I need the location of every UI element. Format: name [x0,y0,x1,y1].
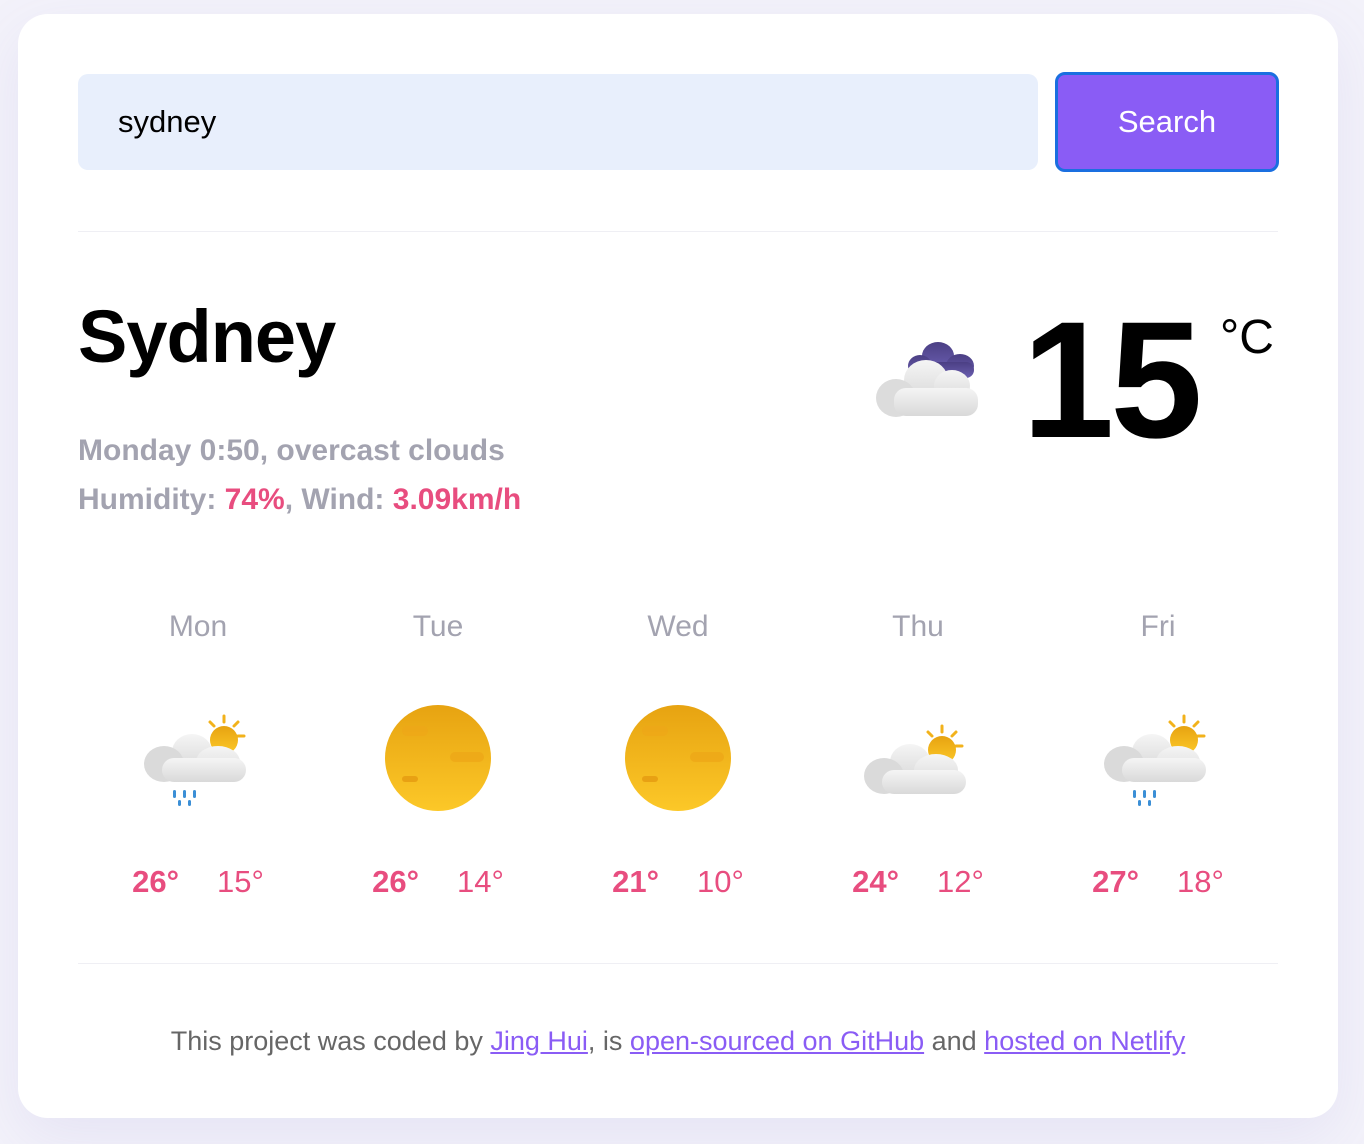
humidity-value: 74% [224,483,285,516]
search-form: Search [78,72,1279,172]
temp-min: 10° [697,864,744,899]
city-name: Sydney [78,295,336,378]
forecast-day: Wed 21° 10° [558,610,798,910]
day-name: Wed [647,610,709,643]
temp-max: 24° [852,864,899,899]
forecast-day: Mon 26° 15° [78,610,318,910]
humidity-wind: Humidity: 74%, Wind: 3.09km/h [78,483,522,516]
current-details: Monday 0:50, overcast clouds Humidity: 7… [78,426,521,524]
divider [78,231,1278,232]
sun-icon [625,705,731,811]
author-link[interactable]: Jing Hui [490,1026,588,1056]
current-temperature: 15 [1022,288,1203,473]
day-name: Mon [168,610,228,643]
forecast-day: Fri 27° 18° [1038,610,1278,910]
footer-middle: and [924,1026,985,1056]
day-name: Thu [892,610,944,643]
weather-card: Search Sydney Monday 0:50, overcast clou… [18,14,1338,1118]
sun-cloud-rain-icon [144,714,246,806]
search-button[interactable]: Search [1055,72,1279,172]
divider [78,963,1278,964]
forecast-temps: 26° 15° [78,864,318,900]
sun-cloud-icon [864,724,966,794]
netlify-link[interactable]: hosted on Netlify [984,1026,1185,1056]
weather-description: overcast clouds [276,434,505,467]
day-time-description: Monday 0:50, overcast clouds [78,434,505,467]
temperature-unit: °C [1220,311,1274,364]
search-input[interactable] [78,74,1038,170]
forecast-temps: 24° 12° [798,864,1038,900]
footer: This project was coded by Jing Hui, is o… [18,1026,1338,1057]
temp-max: 26° [132,864,179,899]
forecast-temps: 27° 18° [1038,864,1278,900]
sun-icon [385,705,491,811]
overcast-clouds-icon [876,342,978,417]
wind-label: Wind: [301,483,393,516]
temp-min: 15° [217,864,264,899]
temp-min: 12° [937,864,984,899]
temp-max: 26° [372,864,419,899]
wind-value: 3.09km/h [392,483,522,516]
day-time: Monday 0:50 [78,434,260,467]
temp-min: 14° [457,864,504,899]
sun-cloud-rain-icon [1104,714,1206,806]
footer-prefix: This project was coded by [170,1026,491,1056]
day-name: Tue [412,610,464,643]
temp-min: 18° [1177,864,1224,899]
day-name: Fri [1140,610,1176,643]
github-link[interactable]: open-sourced on GitHub [630,1026,924,1056]
humidity-label: Humidity: [78,483,225,516]
forecast-day: Thu 24° 12° [798,610,1038,910]
footer-middle: , is [587,1026,630,1056]
temp-max: 21° [612,864,659,899]
forecast: Mon 26° 15° Tue 26° 14° Wed 21° 10° Thu … [78,610,1278,910]
forecast-temps: 26° 14° [318,864,558,900]
forecast-temps: 21° 10° [558,864,798,900]
temp-max: 27° [1092,864,1139,899]
forecast-day: Tue 26° 14° [318,610,558,910]
